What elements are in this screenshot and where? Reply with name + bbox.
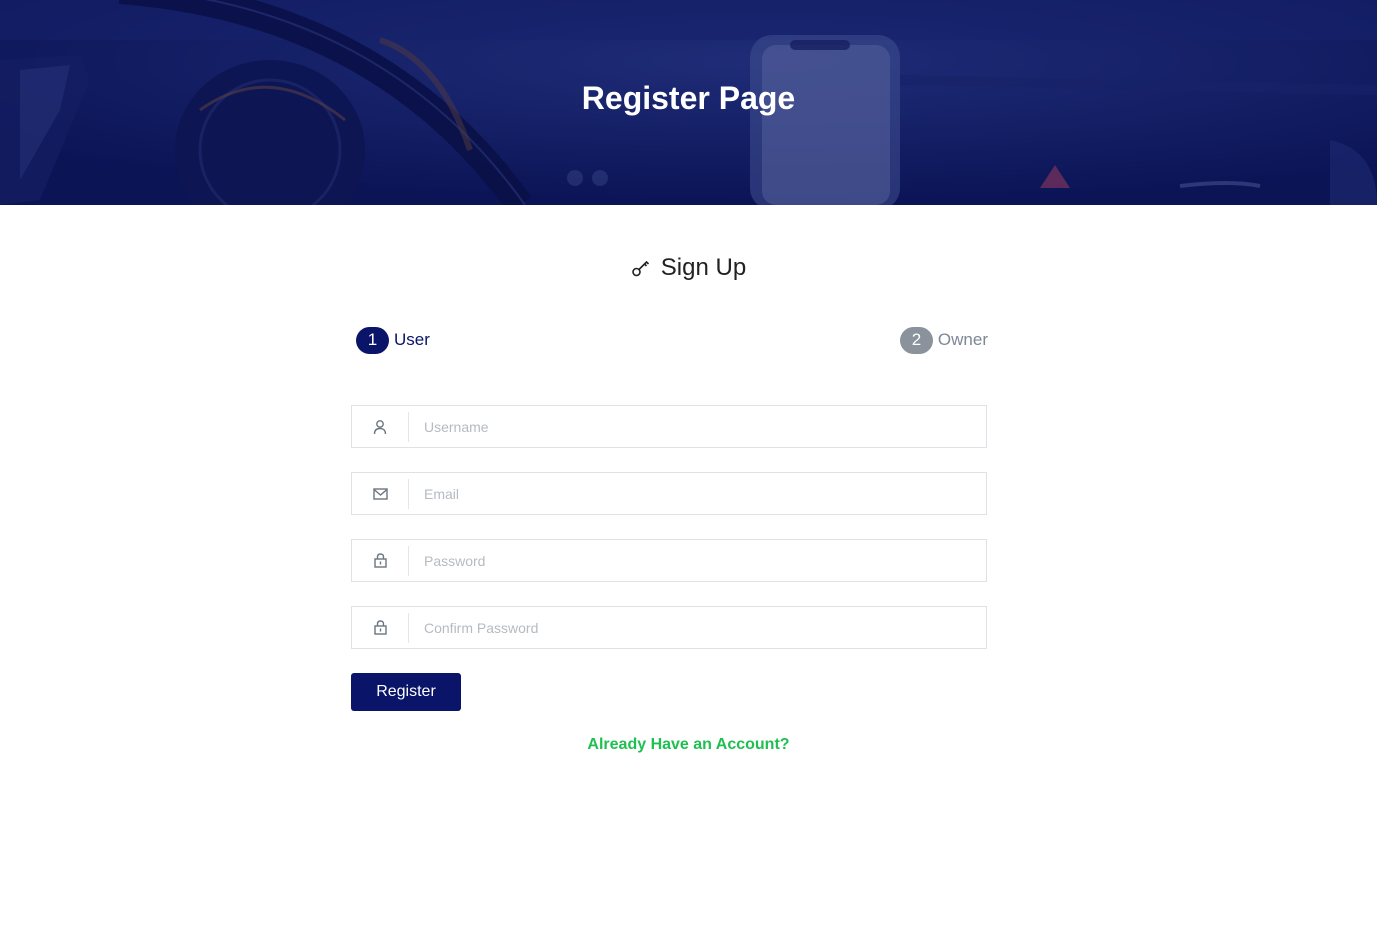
username-field	[351, 405, 987, 448]
step-owner-number: 2	[899, 326, 933, 354]
step-owner-label: Owner	[937, 330, 988, 349]
email-field	[351, 472, 987, 515]
signup-heading: Sign Up	[0, 252, 1377, 284]
hero-banner: Register Page	[0, 0, 1377, 205]
mail-icon	[352, 478, 409, 509]
step-owner[interactable]: 2 Owner	[899, 326, 988, 354]
lock-icon	[352, 612, 409, 643]
step-user-label: User	[394, 330, 430, 349]
confirm-password-field	[351, 606, 987, 649]
lock-icon	[352, 545, 409, 576]
step-user[interactable]: 1 User	[356, 326, 430, 354]
username-input[interactable]	[409, 408, 986, 445]
password-field	[351, 539, 987, 582]
key-icon	[631, 258, 651, 278]
signup-heading-text: Sign Up	[660, 254, 747, 281]
register-button[interactable]: Register	[351, 673, 461, 711]
step-user-number: 1	[356, 326, 389, 354]
page-title: Register Page	[581, 80, 796, 116]
password-input[interactable]	[409, 542, 986, 579]
email-input[interactable]	[409, 475, 986, 512]
registration-steps: 1 User 2 Owner	[356, 326, 988, 354]
already-have-account-link[interactable]: Already Have an Account?	[0, 736, 1377, 754]
user-icon	[352, 411, 409, 442]
confirm-password-input[interactable]	[409, 609, 986, 646]
